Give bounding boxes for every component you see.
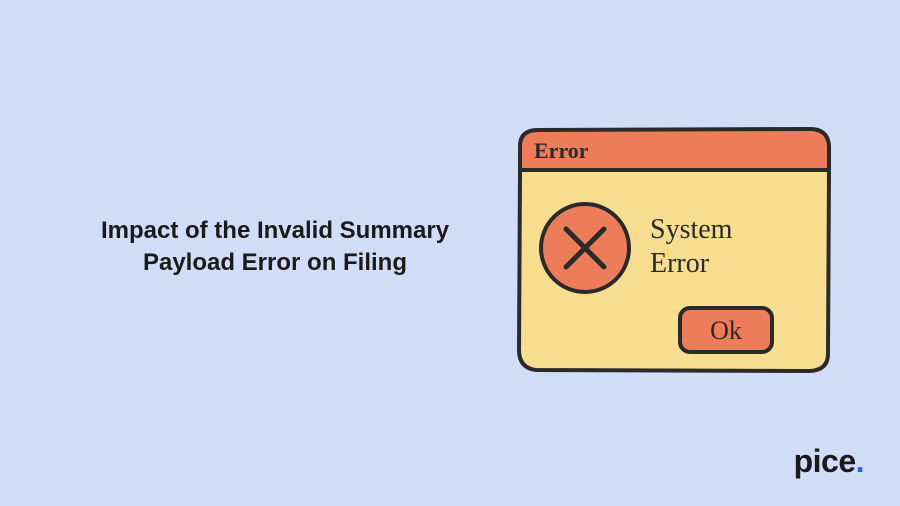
dialog-message-line2: Error (650, 248, 710, 279)
error-dialog-svg: Error System Error Ok (510, 120, 840, 390)
dialog-title: Error (534, 138, 589, 163)
brand-logo: pice. (794, 443, 864, 480)
heading-line-1: Impact of the Invalid Summary (101, 217, 449, 244)
error-dialog-illustration: Error System Error Ok (510, 120, 840, 395)
heading-line-2: Payload Error on Filing (143, 249, 407, 276)
ok-button-label: Ok (710, 316, 742, 345)
main-heading: Impact of the Invalid Summary Payload Er… (75, 215, 475, 280)
logo-dot: . (856, 443, 864, 479)
logo-text: pice (794, 443, 856, 479)
dialog-message-line1: System (650, 214, 733, 245)
